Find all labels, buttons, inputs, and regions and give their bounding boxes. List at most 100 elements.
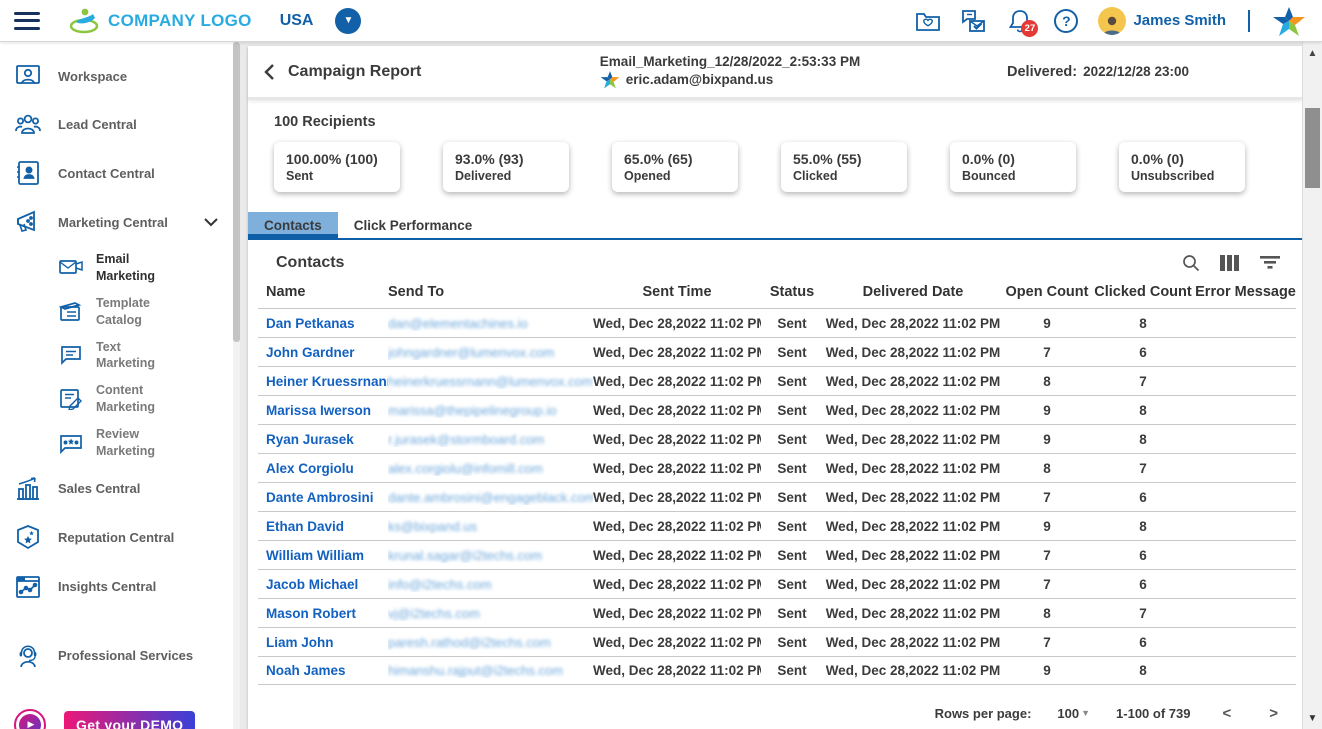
contact-email-link[interactable]: info@i2techs.com (388, 577, 492, 592)
sidebar-subitem-template-catalog[interactable]: Template Catalog (0, 290, 233, 334)
contact-name-link[interactable]: Jacob Michael (266, 577, 358, 592)
demo-row: ▶ Get your DEMO (0, 701, 233, 729)
contact-email-link[interactable]: himanshu.rajput@i2techs.com (388, 663, 563, 678)
column-header-open-count[interactable]: Open Count (1003, 284, 1091, 300)
clicked-count-cell: 6 (1091, 345, 1195, 360)
status-cell: Sent (761, 345, 823, 360)
document-edit-icon (58, 388, 84, 410)
user-menu[interactable]: James Smith (1098, 7, 1226, 35)
contact-name-link[interactable]: Dan Petkanas (266, 316, 355, 331)
contact-name-link[interactable]: Noah James (266, 663, 346, 678)
next-page-button[interactable]: > (1263, 705, 1284, 722)
contact-name-link[interactable]: Alex Corgiolu (266, 461, 354, 476)
hamburger-menu-icon[interactable] (14, 12, 40, 30)
table-row: Mason Robert vj@i2techs.com Wed, Dec 28,… (258, 598, 1296, 627)
column-header-delivered-date[interactable]: Delivered Date (823, 284, 1003, 300)
status-cell: Sent (761, 548, 823, 563)
main-scrollbar-thumb[interactable] (1305, 108, 1320, 188)
sidebar-item-lead-central[interactable]: Lead Central (0, 100, 233, 148)
column-header-status[interactable]: Status (761, 284, 823, 300)
back-button[interactable] (262, 63, 276, 81)
column-header-sent-time[interactable]: Sent Time (593, 284, 761, 300)
delivered-date-cell: Wed, Dec 28,2022 11:02 PM (823, 548, 1003, 563)
sidebar-item-contact-central[interactable]: Contact Central (0, 148, 233, 198)
contact-name-link[interactable]: Mason Robert (266, 606, 356, 621)
tab-click-performance[interactable]: Click Performance (338, 212, 489, 238)
send-to-cell: heinerkruessrnann@lumenvox.com (388, 374, 593, 389)
megaphone-icon (14, 209, 42, 235)
sidebar-item-reputation-central[interactable]: Reputation Central (0, 513, 233, 563)
scroll-down-icon[interactable]: ▼ (1303, 707, 1322, 729)
column-header-clicked-count[interactable]: Clicked Count (1091, 284, 1195, 300)
contact-email-link[interactable]: paresh.rathod@i2techs.com (388, 635, 551, 650)
contact-name-link[interactable]: Liam John (266, 635, 334, 650)
delivered-date-cell: Wed, Dec 28,2022 11:02 PM (823, 461, 1003, 476)
sidebar-subitem-email-marketing[interactable]: Email Marketing (0, 246, 233, 290)
column-header-send-to[interactable]: Send To (388, 284, 593, 300)
status-cell: Sent (761, 432, 823, 447)
saved-items-button[interactable] (914, 7, 942, 35)
sidebar-scrollbar-thumb[interactable] (233, 42, 240, 342)
demo-play-icon[interactable]: ▶ (14, 709, 46, 729)
sidebar-scrollbar[interactable] (233, 42, 240, 729)
contact-name-link[interactable]: Heiner Kruessrnann (266, 374, 388, 389)
contact-name-link[interactable]: Marissa Iwerson (266, 403, 371, 418)
rows-per-page-select[interactable]: 100 ▼ (1057, 706, 1090, 721)
main-scrollbar[interactable]: ▲ ▼ (1302, 42, 1322, 729)
contact-name-link[interactable]: John Gardner (266, 345, 355, 360)
sidebar-subitem-text-marketing[interactable]: Text Marketing (0, 334, 233, 378)
search-icon[interactable] (1182, 254, 1200, 272)
sidebar-subitem-review-marketing[interactable]: Review Marketing (0, 421, 233, 465)
contact-name-link[interactable]: William William (266, 548, 364, 563)
workspace-icon (14, 63, 42, 89)
open-count-cell: 7 (1003, 548, 1091, 563)
sidebar-item-label: Professional Services (58, 648, 193, 663)
contact-email-link[interactable]: vj@i2techs.com (388, 606, 480, 621)
sent-time-cell: Wed, Dec 28,2022 11:02 PM (593, 663, 761, 678)
sidebar-item-sales-central[interactable]: Sales Central (0, 465, 233, 513)
sidebar-item-insights-central[interactable]: Insights Central (0, 563, 233, 611)
scroll-up-icon[interactable]: ▲ (1303, 42, 1322, 64)
sent-time-cell: Wed, Dec 28,2022 11:02 PM (593, 345, 761, 360)
open-count-cell: 9 (1003, 519, 1091, 534)
contact-email-link[interactable]: heinerkruessrnann@lumenvox.com (388, 374, 593, 389)
contact-email-link[interactable]: alex.corgiolu@infomill.com (388, 461, 543, 476)
contact-email-link[interactable]: r.jurasek@stormboard.com (388, 432, 544, 447)
contact-email-link[interactable]: krunal.sagar@i2techs.com (388, 548, 542, 563)
contact-name-link[interactable]: Dante Ambrosini (266, 490, 374, 505)
columns-icon[interactable] (1220, 255, 1240, 271)
review-stars-bubble-icon (58, 432, 84, 454)
contact-name-cell: Liam John (258, 635, 388, 650)
contact-name-link[interactable]: Ethan David (266, 519, 344, 534)
send-to-cell: himanshu.rajput@i2techs.com (388, 663, 593, 678)
sidebar-subitem-label: Review Marketing (96, 426, 176, 460)
column-header-name[interactable]: Name (258, 284, 388, 300)
sent-time-cell: Wed, Dec 28,2022 11:02 PM (593, 577, 761, 592)
contact-email-link[interactable]: marissa@thepipelinegroup.io (388, 403, 557, 418)
contact-name-link[interactable]: Ryan Jurasek (266, 432, 354, 447)
filter-icon[interactable] (1260, 256, 1280, 270)
open-count-cell: 7 (1003, 635, 1091, 650)
sidebar-item-marketing-central[interactable]: Marketing Central (0, 198, 233, 246)
contact-email-link[interactable]: dante.ambrosini@engageblack.com (388, 490, 593, 505)
notifications-button[interactable]: 27 (1006, 7, 1034, 35)
contact-email-link[interactable]: dan@elementachines.io (388, 316, 528, 331)
contact-email-link[interactable]: ks@bixpand.us (388, 519, 477, 534)
sidebar-subitem-content-marketing[interactable]: Content Marketing (0, 377, 233, 421)
brand[interactable]: COMPANY LOGO (68, 6, 252, 36)
open-count-cell: 8 (1003, 461, 1091, 476)
previous-page-button[interactable]: < (1216, 705, 1237, 722)
tab-contacts[interactable]: Contacts (248, 212, 338, 238)
column-header-error-message[interactable]: Error Message (1195, 284, 1296, 300)
get-demo-button[interactable]: Get your DEMO (64, 711, 195, 729)
contact-email-link[interactable]: johngardner@lumenvox.com (388, 345, 554, 360)
sidebar-item-workspace[interactable]: Workspace (0, 52, 233, 100)
table-row: Liam John paresh.rathod@i2techs.com Wed,… (258, 627, 1296, 656)
sidebar-subitem-label: Email Marketing (96, 251, 176, 285)
campaign-report-panel: Campaign Report Email_Marketing_12/28/20… (248, 46, 1302, 729)
stat-card-bounced: 0.0% (0) Bounced (950, 142, 1076, 192)
region-dropdown-button[interactable]: ▼ (335, 8, 361, 34)
help-button[interactable]: ? (1052, 7, 1080, 35)
sidebar-item-professional-services[interactable]: Professional Services (0, 631, 233, 681)
messages-button[interactable] (960, 7, 988, 35)
